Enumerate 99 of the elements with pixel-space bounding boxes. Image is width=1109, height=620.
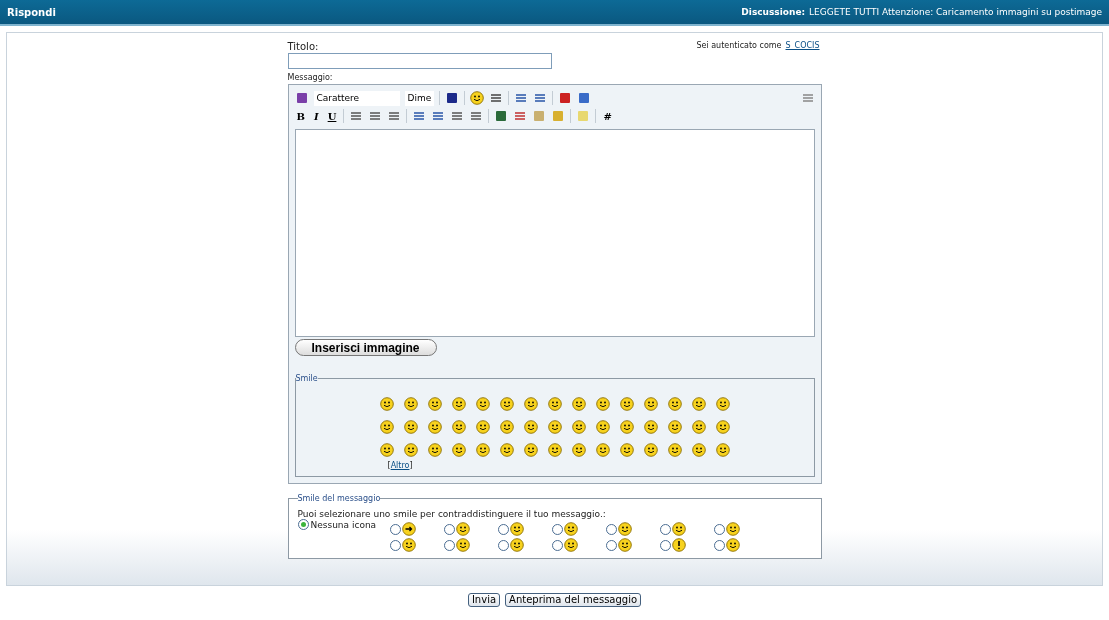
- smiley-icon[interactable]: [499, 443, 514, 457]
- smiley-icon[interactable]: [571, 420, 586, 434]
- smiley-icon[interactable]: [595, 420, 610, 434]
- smiley-icon[interactable]: [427, 443, 442, 457]
- smiley-icon[interactable]: [403, 420, 418, 434]
- smiley-icon[interactable]: [510, 538, 525, 552]
- exclamation-face-icon[interactable]: [672, 538, 687, 552]
- smiley-icon[interactable]: [402, 538, 417, 552]
- smiley-icon[interactable]: [564, 522, 579, 536]
- hash-button[interactable]: #: [601, 110, 614, 122]
- smiley-icon[interactable]: [456, 538, 471, 552]
- smiley-icon[interactable]: [403, 443, 418, 457]
- radio-button[interactable]: [552, 539, 564, 551]
- radio-button[interactable]: [390, 539, 402, 551]
- emoticon-icon[interactable]: [470, 91, 485, 105]
- smiley-icon[interactable]: [595, 397, 610, 411]
- smiley-icon[interactable]: [451, 397, 466, 411]
- smiley-icon[interactable]: [547, 420, 562, 434]
- arrow-face-icon[interactable]: [402, 522, 417, 536]
- smiley-icon[interactable]: [564, 538, 579, 552]
- auth-text: Sei autenticato come: [696, 41, 782, 52]
- smiley-icon[interactable]: [475, 443, 490, 457]
- smiley-icon[interactable]: [510, 522, 525, 536]
- instruction-text: Puoi selezionare uno smile per contraddistinguere il tuo messaggio.:: [297, 509, 607, 519]
- smiley-icon[interactable]: [451, 443, 466, 457]
- radio-button[interactable]: [714, 523, 726, 535]
- smiley-icon[interactable]: [618, 538, 633, 552]
- radio-button[interactable]: [660, 523, 672, 535]
- page-title: Rispondi: [7, 6, 56, 18]
- smiley-icon[interactable]: [379, 397, 394, 411]
- smiley-icon[interactable]: [667, 443, 682, 457]
- message-label: Messaggio:: [287, 73, 334, 82]
- smiley-icon[interactable]: [643, 443, 658, 457]
- smiley-icon[interactable]: [691, 443, 706, 457]
- bracket-text: [: [387, 461, 391, 470]
- smiley-icon[interactable]: [643, 420, 658, 434]
- radio-button[interactable]: [498, 523, 510, 535]
- bracket-text: ]: [409, 461, 413, 470]
- smiley-icon[interactable]: [672, 522, 687, 536]
- smiley-icon[interactable]: [499, 397, 514, 411]
- smile-legend: Smile: [295, 374, 318, 383]
- bold-button[interactable]: B: [294, 110, 307, 122]
- radio-button[interactable]: [660, 539, 672, 551]
- message-field[interactable]: [294, 129, 815, 337]
- smiley-icon[interactable]: [427, 397, 442, 411]
- smiley-icon[interactable]: [667, 397, 682, 411]
- smiley-icon[interactable]: [379, 443, 394, 457]
- smiley-icon[interactable]: [523, 420, 538, 434]
- smiley-icon[interactable]: [726, 522, 741, 536]
- user-link[interactable]: S_COCIS: [785, 41, 820, 52]
- insert-image-button[interactable]: Inserisci immagine: [294, 339, 437, 356]
- smiley-icon[interactable]: [643, 397, 658, 411]
- smiley-icon[interactable]: [715, 443, 730, 457]
- discussion-title: LEGGETE TUTTI Attenzione: Caricamento immagini su postimage: [809, 7, 1102, 17]
- font-select[interactable]: Carattere: [313, 90, 400, 106]
- radio-button[interactable]: [606, 523, 618, 535]
- smiley-icon[interactable]: [667, 420, 682, 434]
- smiley-icon[interactable]: [403, 397, 418, 411]
- smiley-icon[interactable]: [475, 397, 490, 411]
- smiley-icon[interactable]: [427, 420, 442, 434]
- smiley-icon[interactable]: [619, 443, 634, 457]
- smiley-icon[interactable]: [523, 443, 538, 457]
- italic-button[interactable]: I: [311, 110, 321, 122]
- smiley-icon[interactable]: [618, 522, 633, 536]
- smiley-icon[interactable]: [451, 420, 466, 434]
- radio-button[interactable]: [444, 523, 456, 535]
- none-option-label: Nessuna icona: [310, 519, 377, 530]
- smiley-icon[interactable]: [691, 420, 706, 434]
- smiley-icon[interactable]: [619, 420, 634, 434]
- smiley-icon[interactable]: [379, 420, 394, 434]
- smiley-icon[interactable]: [456, 522, 471, 536]
- radio-button[interactable]: [444, 539, 456, 551]
- smiley-icon[interactable]: [726, 538, 741, 552]
- radio-button[interactable]: [498, 539, 510, 551]
- title-label: Titolo:: [287, 41, 319, 52]
- title-field[interactable]: [287, 53, 552, 69]
- smiley-icon[interactable]: [619, 397, 634, 411]
- radio-button[interactable]: [297, 519, 309, 530]
- smiley-icon[interactable]: [547, 443, 562, 457]
- discussion-label: Discussione:: [741, 7, 806, 17]
- message-icon-legend: Smile del messaggio: [297, 494, 381, 503]
- smiley-icon[interactable]: [571, 397, 586, 411]
- smiley-icon[interactable]: [715, 420, 730, 434]
- smiley-icon[interactable]: [715, 397, 730, 411]
- smiley-icon[interactable]: [547, 397, 562, 411]
- form-button[interactable]: Anteprima del messaggio: [505, 593, 642, 607]
- smiley-icon[interactable]: [571, 443, 586, 457]
- smiley-icon[interactable]: [595, 443, 610, 457]
- radio-button[interactable]: [552, 523, 564, 535]
- smiley-icon[interactable]: [475, 420, 490, 434]
- radio-button[interactable]: [714, 539, 726, 551]
- smiley-icon[interactable]: [691, 397, 706, 411]
- form-button[interactable]: Invia: [467, 593, 501, 607]
- underline-button[interactable]: U: [325, 110, 339, 122]
- radio-button[interactable]: [390, 523, 402, 535]
- smiley-icon[interactable]: [499, 420, 514, 434]
- radio-button[interactable]: [606, 539, 618, 551]
- smiley-icon[interactable]: [523, 397, 538, 411]
- size-select[interactable]: Dime: [404, 90, 435, 106]
